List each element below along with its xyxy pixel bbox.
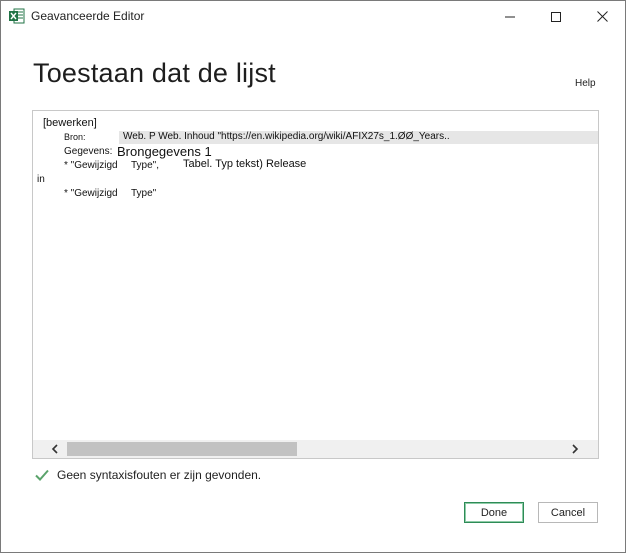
horizontal-scrollbar[interactable] [33,440,598,458]
minimize-button[interactable] [487,1,533,32]
done-button[interactable]: Done [464,502,524,523]
code-line-edit: [bewerken] [43,117,97,129]
help-link[interactable]: Help [575,78,596,89]
maximize-icon [551,11,561,22]
cancel-button[interactable]: Cancel [538,502,598,523]
code-type-b: Type" [131,188,157,199]
code-value-source: Web. P Web. Inhoud "https://en.wikipedia… [123,131,450,142]
window-title: Geavanceerde Editor [31,9,145,23]
minimize-icon [505,16,515,17]
close-button[interactable] [579,1,625,32]
excel-icon [9,8,25,24]
code-changed-a: * "Gewijzigd [64,160,118,171]
code-changed-b: * "Gewijzigd [64,188,118,199]
code-key-source: Bron: [64,132,86,142]
code-in-keyword: in [37,174,45,185]
code-text-area[interactable]: [bewerken] Bron: Web. P Web. Inhoud "htt… [33,111,598,440]
chevron-right-icon [572,444,579,454]
checkmark-icon [35,469,49,481]
scroll-thumb[interactable] [67,442,297,456]
status-text: Geen syntaxisfouten er zijn gevonden. [57,468,262,482]
syntax-status: Geen syntaxisfouten er zijn gevonden. [35,466,261,484]
title-bar: Geavanceerde Editor [1,1,625,32]
advanced-editor-window: Geavanceerde Editor Toestaan dat de lijs… [0,0,626,553]
code-editor[interactable]: [bewerken] Bron: Web. P Web. Inhoud "htt… [32,110,599,459]
code-key-data: Gegevens: [64,146,113,157]
maximize-button[interactable] [533,1,579,32]
code-transform: Tabel. Typ tekst) Release [183,158,307,170]
code-type-a: Type", [131,160,160,171]
chevron-left-icon [51,444,58,454]
page-title: Toestaan dat de lijst [33,58,276,88]
code-value-data: Brongegevens 1 [117,144,212,159]
scroll-right-button[interactable] [565,440,585,458]
close-icon [596,11,608,22]
scroll-left-button[interactable] [45,440,65,458]
